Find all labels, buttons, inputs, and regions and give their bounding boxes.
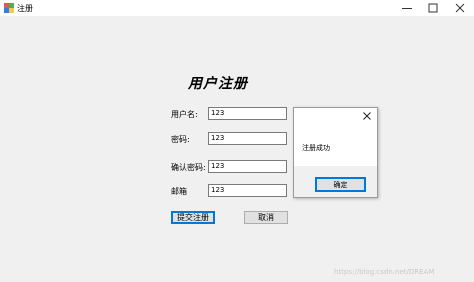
maximize-icon	[428, 3, 438, 13]
confirm-password-input[interactable]: 123	[208, 160, 287, 173]
dialog-message: 注册成功	[302, 144, 330, 152]
confirm-password-label: 确认密码:	[171, 163, 206, 172]
success-dialog: 注册成功 确定	[293, 107, 378, 198]
password-input[interactable]: 123	[208, 132, 287, 145]
maximize-button[interactable]	[419, 0, 447, 16]
window-title: 注册	[17, 4, 33, 13]
watermark: https://blog.csdn.net/DREAM	[334, 268, 435, 276]
username-label: 用户名:	[171, 110, 198, 119]
submit-button[interactable]: 提交注册	[171, 211, 215, 224]
minimize-button[interactable]	[393, 0, 421, 16]
email-input[interactable]: 123	[208, 184, 287, 197]
app-icon	[4, 3, 14, 13]
close-icon	[363, 112, 371, 122]
password-label: 密码:	[171, 135, 190, 144]
dialog-ok-button[interactable]: 确定	[315, 177, 366, 192]
dialog-close-button[interactable]	[361, 111, 373, 123]
form-heading: 用户注册	[188, 76, 248, 92]
close-icon	[455, 3, 465, 13]
close-button[interactable]	[446, 0, 474, 16]
register-window: 注册 用户注册 用户名: 123 密码: 123 确认密码: 123 邮箱 12…	[0, 0, 474, 282]
username-input[interactable]: 123	[208, 107, 287, 120]
title-bar[interactable]: 注册	[0, 0, 474, 16]
email-label: 邮箱	[171, 187, 187, 196]
minimize-icon	[402, 3, 412, 13]
cancel-button[interactable]: 取消	[244, 211, 288, 224]
